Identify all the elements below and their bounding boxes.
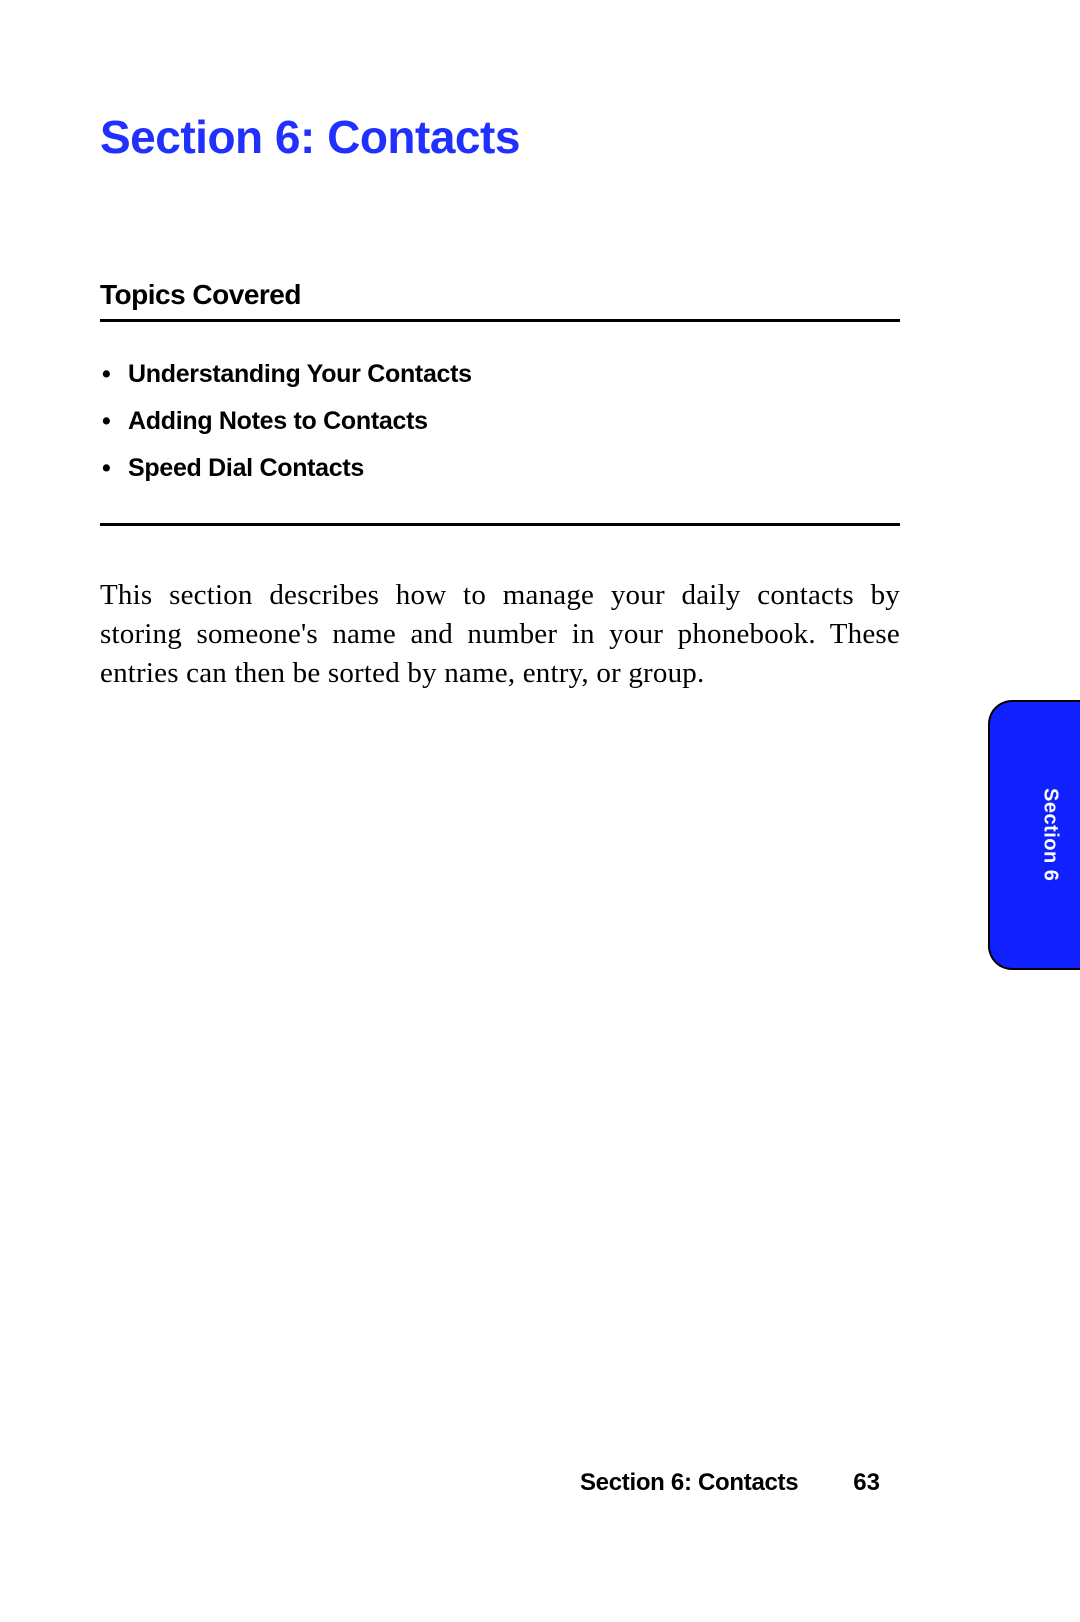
list-item: Speed Dial Contacts <box>100 454 900 483</box>
section-tab-label: Section 6 <box>1039 788 1062 881</box>
section-tab: Section 6 <box>988 700 1080 970</box>
divider-top <box>100 319 900 322</box>
divider-bottom <box>100 523 900 526</box>
topics-heading: Topics Covered <box>100 279 900 311</box>
list-item: Understanding Your Contacts <box>100 360 900 389</box>
list-item: Adding Notes to Contacts <box>100 407 900 436</box>
section-title: Section 6: Contacts <box>100 110 900 164</box>
body-paragraph: This section describes how to manage you… <box>100 576 900 693</box>
footer-page-number: 63 <box>853 1469 880 1497</box>
footer-section-label: Section 6: Contacts <box>580 1469 798 1497</box>
topics-list: Understanding Your Contacts Adding Notes… <box>100 360 900 483</box>
page-footer: Section 6: Contacts 63 <box>580 1469 880 1497</box>
page-content: Section 6: Contacts Topics Covered Under… <box>0 0 1080 693</box>
